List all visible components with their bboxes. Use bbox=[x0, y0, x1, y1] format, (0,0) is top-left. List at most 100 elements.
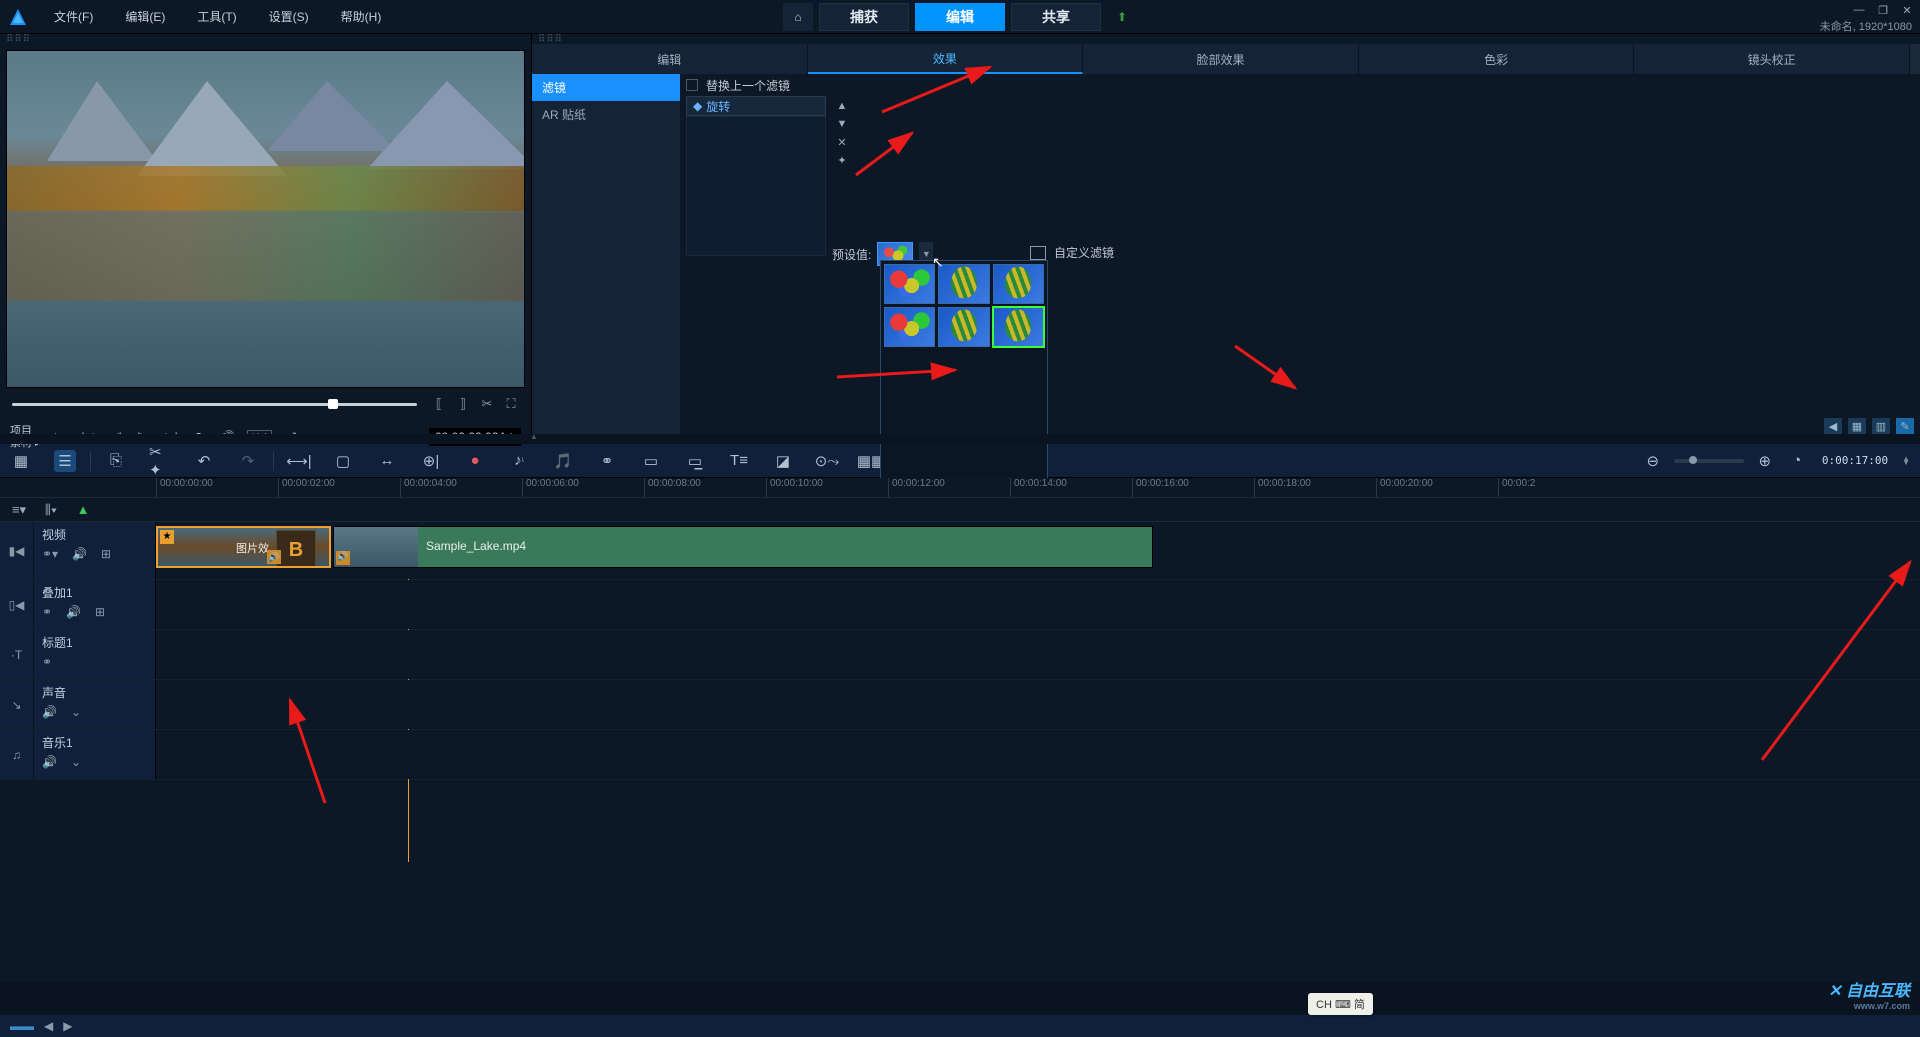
track-video: ▮◀ 视频 ⚭▾ 🔊 ⊞ ★ 图片效 B 🔊 🔊 Sample_Lake.mp bbox=[0, 522, 1920, 580]
collapse-panel-icon[interactable]: ◀ bbox=[1824, 418, 1842, 434]
track-mute-icon[interactable]: 🔊 bbox=[72, 547, 87, 561]
timeline-timecode[interactable]: 0:00:17:00 bbox=[1818, 454, 1892, 467]
track-mute-icon[interactable]: 🔊 bbox=[66, 605, 81, 619]
menu-help[interactable]: 帮助(H) bbox=[335, 4, 388, 29]
home-button[interactable]: ⌂ bbox=[783, 3, 813, 31]
fit-timeline-icon[interactable]: ◔ bbox=[1786, 450, 1808, 472]
link-icon[interactable]: ⚭ bbox=[596, 450, 618, 472]
scroll-right-icon[interactable]: ▶ bbox=[63, 1019, 72, 1033]
ruler-mark: 00:00:10:00 bbox=[766, 478, 823, 497]
tab-share[interactable]: 共享 bbox=[1011, 3, 1101, 31]
mark-out-icon[interactable]: ⟧ bbox=[455, 396, 471, 412]
minimize-button[interactable]: — bbox=[1852, 4, 1866, 18]
custom-filter-button[interactable]: 自定义滤镜 bbox=[1030, 244, 1114, 261]
split-icon[interactable]: ✂ bbox=[479, 396, 495, 412]
menu-file[interactable]: 文件(F) bbox=[48, 4, 99, 29]
panel-layout-buttons: ◀ ▦ ▥ ✎ bbox=[1824, 418, 1914, 434]
options-sub-tabs: 编辑 效果 脸部效果 色彩 镜头校正 bbox=[532, 44, 1920, 74]
subtab-edit[interactable]: 编辑 bbox=[532, 44, 808, 74]
track-mute-icon[interactable]: 🔊 bbox=[42, 755, 57, 769]
track-ripple-icon[interactable]: ⊞ bbox=[101, 547, 111, 561]
clip-video[interactable]: 🔊 Sample_Lake.mp4 bbox=[333, 526, 1153, 568]
scrubber-knob[interactable] bbox=[328, 399, 338, 409]
track-expand-icon[interactable]: ⌄ bbox=[71, 755, 81, 769]
subtitle-icon[interactable]: ▭̲ bbox=[684, 450, 706, 472]
redo-button[interactable]: ↷ bbox=[237, 450, 259, 472]
track-label: 音乐1 bbox=[42, 734, 147, 751]
menu-tools[interactable]: 工具(T) bbox=[191, 4, 242, 29]
category-ar-sticker[interactable]: AR 贴纸 bbox=[532, 101, 680, 128]
multicam-icon[interactable]: ▦▦ bbox=[860, 450, 882, 472]
timeline-tracks: ▮◀ 视频 ⚭▾ 🔊 ⊞ ★ 图片效 B 🔊 🔊 Sample_Lake.mp bbox=[0, 522, 1920, 982]
track-link-icon[interactable]: ⚭▾ bbox=[42, 547, 58, 561]
track-voice: ↘ 声音 🔊 ⌄ bbox=[0, 680, 1920, 730]
drag-handle-icon[interactable]: ⠿⠿⠿ bbox=[0, 34, 531, 44]
3d-icon[interactable]: ◪ bbox=[772, 450, 794, 472]
track-expand-icon[interactable]: ⌄ bbox=[71, 705, 81, 719]
preset-option[interactable] bbox=[884, 307, 935, 347]
clip-image[interactable]: ★ 图片效 B 🔊 bbox=[156, 526, 331, 568]
scroll-thumb-icon[interactable]: ▬▬ bbox=[10, 1019, 34, 1033]
ruler-mark: 00:00:00:00 bbox=[156, 478, 213, 497]
subtab-face[interactable]: 脸部效果 bbox=[1083, 44, 1359, 74]
track-link-icon[interactable]: ⚭ bbox=[42, 605, 52, 619]
motion-track-icon[interactable]: ⊙⤳ bbox=[816, 450, 838, 472]
clip-audio-icon: 🔊 bbox=[267, 550, 281, 564]
tab-capture[interactable]: 捕获 bbox=[819, 3, 909, 31]
move-up-icon[interactable]: ▲ bbox=[835, 100, 849, 114]
category-filter[interactable]: 滤镜 bbox=[532, 74, 680, 101]
track-manager-icon[interactable]: T≡ bbox=[728, 450, 750, 472]
remove-filter-icon[interactable]: ✕ bbox=[835, 136, 849, 150]
preset-option-selected[interactable] bbox=[993, 307, 1044, 347]
track-mute-icon[interactable]: 🔊 bbox=[42, 705, 57, 719]
layout-edit-icon[interactable]: ✎ bbox=[1896, 418, 1914, 434]
zoom-out-icon[interactable]: ⊖ bbox=[1642, 450, 1664, 472]
restore-button[interactable]: ❐ bbox=[1876, 4, 1890, 18]
layout-b-icon[interactable]: ▥ bbox=[1872, 418, 1890, 434]
preset-option[interactable] bbox=[884, 264, 935, 304]
chapter-icon[interactable]: ▭ bbox=[640, 450, 662, 472]
subtab-color[interactable]: 色彩 bbox=[1359, 44, 1635, 74]
preview-scrubber[interactable]: ⟦ ⟧ ✂ ⛶ bbox=[12, 394, 519, 414]
applied-filters-list[interactable] bbox=[686, 116, 826, 256]
auto-music-icon[interactable]: 🎵 bbox=[552, 450, 574, 472]
drag-handle-icon[interactable]: ⠿⠿⠿ bbox=[532, 34, 1920, 44]
ruler-mark: 00:00:18:00 bbox=[1254, 478, 1311, 497]
ruler-mark: 00:00:04:00 bbox=[400, 478, 457, 497]
subtab-effect[interactable]: 效果 bbox=[808, 44, 1084, 74]
layout-a-icon[interactable]: ▦ bbox=[1848, 418, 1866, 434]
track-ripple-icon[interactable]: ⊞ bbox=[95, 605, 105, 619]
fullscreen-icon[interactable]: ⛶ bbox=[503, 396, 519, 412]
horizontal-divider[interactable] bbox=[0, 434, 1920, 444]
track-height-icon[interactable]: ⫼▾ bbox=[42, 501, 60, 519]
replace-prev-label: 替换上一个滤镜 bbox=[706, 77, 790, 94]
close-button[interactable]: ✕ bbox=[1900, 4, 1914, 18]
scroll-left-icon[interactable]: ◀ bbox=[44, 1019, 53, 1033]
watermark: ✕ 自由互联 www.w7.com bbox=[1828, 977, 1910, 1011]
upload-button[interactable]: ⬆ bbox=[1107, 3, 1137, 31]
subtab-lens[interactable]: 镜头校正 bbox=[1634, 44, 1910, 74]
preview-viewport[interactable] bbox=[6, 50, 525, 388]
zoom-slider[interactable] bbox=[1674, 459, 1744, 463]
ime-indicator[interactable]: CH ⌨ 简 bbox=[1308, 993, 1373, 1015]
preset-option[interactable] bbox=[938, 307, 989, 347]
zoom-in-icon[interactable]: ⊕ bbox=[1754, 450, 1776, 472]
filter-settings-icon[interactable]: ✦ bbox=[835, 154, 849, 168]
scroll-indicator[interactable] bbox=[1910, 44, 1920, 74]
timeline-sec-toolbar: ≡▾ ⫼▾ ▲ bbox=[0, 498, 1920, 522]
ruler-mark: 00:00:02:00 bbox=[278, 478, 335, 497]
tab-edit[interactable]: 编辑 bbox=[915, 3, 1005, 31]
show-all-tracks-icon[interactable]: ≡▾ bbox=[10, 501, 28, 519]
preset-option[interactable] bbox=[993, 264, 1044, 304]
transition-icon[interactable]: B bbox=[276, 530, 316, 568]
move-down-icon[interactable]: ▼ bbox=[835, 118, 849, 132]
mark-in-icon[interactable]: ⟦ bbox=[431, 396, 447, 412]
timeline-ruler[interactable]: 00:00:00:0000:00:02:0000:00:04:0000:00:0… bbox=[0, 478, 1920, 498]
replace-prev-checkbox[interactable] bbox=[686, 79, 698, 91]
preset-option[interactable] bbox=[938, 264, 989, 304]
applied-filter-item[interactable]: ◆ 旋转 bbox=[686, 96, 826, 116]
add-track-icon[interactable]: ▲ bbox=[74, 501, 92, 519]
track-link-icon[interactable]: ⚭ bbox=[42, 655, 52, 669]
menu-settings[interactable]: 设置(S) bbox=[263, 4, 315, 29]
menu-edit[interactable]: 编辑(E) bbox=[119, 4, 171, 29]
